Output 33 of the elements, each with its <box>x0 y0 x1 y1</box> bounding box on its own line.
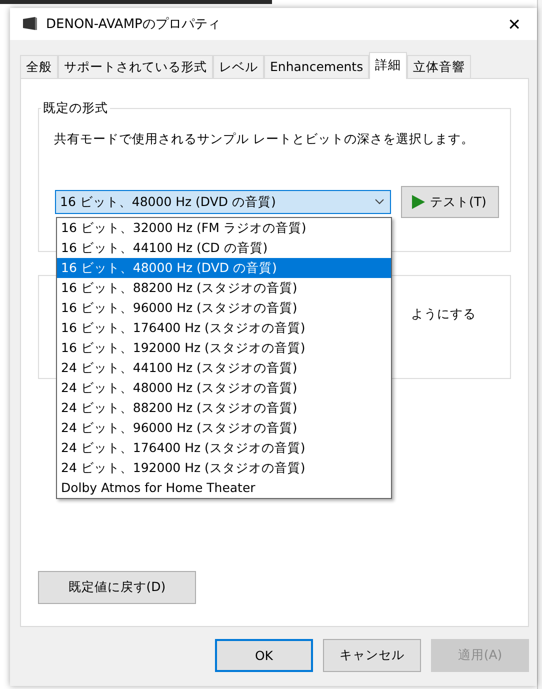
dropdown-option[interactable]: 24 ビット、48000 Hz (スタジオの音質) <box>57 378 391 398</box>
dropdown-option[interactable]: 24 ビット、96000 Hz (スタジオの音質) <box>57 418 391 438</box>
dropdown-option[interactable]: 24 ビット、192000 Hz (スタジオの音質) <box>57 458 391 478</box>
format-dropdown[interactable]: 16 ビット、48000 Hz (DVD の音質) <box>55 190 391 214</box>
dialog-button[interactable]: キャンセル <box>323 639 421 672</box>
group-title: 既定の形式 <box>41 100 110 117</box>
dropdown-option[interactable]: 24 ビット、176400 Hz (スタジオの音質) <box>57 438 391 458</box>
play-icon <box>410 194 426 210</box>
reset-button[interactable]: 既定値に戻す(D) <box>38 571 196 604</box>
dropdown-option[interactable]: 16 ビット、96000 Hz (スタジオの音質) <box>57 298 391 318</box>
dropdown-option[interactable]: 16 ビット、88200 Hz (スタジオの音質) <box>57 278 391 298</box>
tab[interactable]: 詳細 <box>369 52 408 79</box>
tab[interactable]: 立体音響 <box>407 55 472 78</box>
window-title: DENON-AVAMPのプロパティ <box>46 16 222 33</box>
dropdown-option[interactable]: Dolby Atmos for Home Theater <box>57 478 391 498</box>
tab[interactable]: Enhancements <box>264 55 370 78</box>
description-text: ようにする <box>411 306 476 323</box>
dropdown-option[interactable]: 16 ビット、192000 Hz (スタジオの音質) <box>57 338 391 358</box>
dropdown-option[interactable]: 24 ビット、88200 Hz (スタジオの音質) <box>57 398 391 418</box>
dropdown-option[interactable]: 16 ビット、32000 Hz (FM ラジオの音質) <box>57 218 391 238</box>
tab[interactable]: サポートされている形式 <box>58 55 213 78</box>
dropdown-option[interactable]: 16 ビット、48000 Hz (DVD の音質) <box>57 258 391 278</box>
ok-button[interactable]: OK <box>215 639 313 672</box>
description-text: 共有モードで使用されるサンプル レートとビットの深さを選択します。 <box>54 131 475 148</box>
test-button[interactable]: テスト(T) <box>401 186 499 218</box>
dropdown-option[interactable]: 16 ビット、44100 Hz (CD の音質) <box>57 238 391 258</box>
dropdown-option[interactable]: 16 ビット、176400 Hz (スタジオの音質) <box>57 318 391 338</box>
tab[interactable]: 全般 <box>20 55 58 78</box>
speaker-icon <box>22 16 38 32</box>
dropdown-option[interactable]: 24 ビット、44100 Hz (スタジオの音質) <box>57 358 391 378</box>
close-button[interactable]: ✕ <box>504 14 525 34</box>
tab[interactable]: レベル <box>213 55 264 78</box>
chevron-icon <box>375 199 384 205</box>
